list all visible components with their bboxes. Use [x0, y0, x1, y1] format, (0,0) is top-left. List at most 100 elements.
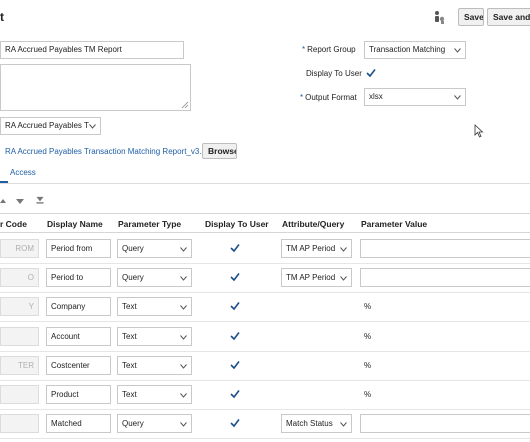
- parameter-type-value: Query: [122, 244, 144, 253]
- attribute-query-select[interactable]: Match Status: [281, 414, 352, 433]
- display-name-field[interactable]: Period to: [46, 268, 111, 287]
- template-select-value: RA Accrued Payables T: [5, 121, 89, 130]
- display-to-user-checkbox[interactable]: [230, 243, 240, 253]
- parameter-value-text: %: [364, 361, 372, 370]
- column-header-attribute-query: Attribute/Query: [282, 219, 345, 229]
- chevron-down-icon: [180, 335, 187, 340]
- parameter-code-field: ROM: [0, 239, 39, 258]
- save-and-close-button[interactable]: Save and C: [487, 8, 530, 26]
- chevron-down-icon: [89, 124, 96, 129]
- name-field[interactable]: RA Accrued Payables TM Report: [0, 41, 184, 59]
- parameter-value-field[interactable]: [360, 268, 530, 287]
- person-accessibility-icon[interactable]: [432, 10, 446, 24]
- row-divider: [0, 321, 530, 322]
- resize-grip-icon[interactable]: [181, 101, 189, 109]
- parameter-type-select[interactable]: Text: [117, 297, 192, 316]
- chevron-down-icon: [180, 276, 187, 281]
- parameter-code-field: [0, 414, 39, 433]
- parameter-code-field: [0, 327, 39, 346]
- column-header-code: r Code: [0, 219, 27, 229]
- chevron-down-icon: [180, 305, 187, 310]
- column-header-parameter-value: Parameter Value: [361, 219, 428, 229]
- parameter-type-select[interactable]: Text: [117, 327, 192, 346]
- parameter-code-field: O: [0, 268, 39, 287]
- chevron-down-icon: [180, 393, 187, 398]
- attribute-query-value: TM AP Period: [286, 273, 336, 282]
- move-up-icon[interactable]: [0, 197, 6, 205]
- display-to-user-checkbox[interactable]: [230, 360, 240, 370]
- chevron-down-icon: [340, 247, 347, 252]
- display-name-field[interactable]: Product: [46, 385, 111, 404]
- display-to-user-checkbox[interactable]: [230, 331, 240, 341]
- tab-divider: [0, 183, 530, 184]
- row-divider: [0, 380, 530, 381]
- parameter-type-value: Text: [122, 361, 137, 370]
- display-name-field[interactable]: Company: [46, 297, 111, 316]
- attribute-query-value: TM AP Period: [286, 244, 336, 253]
- parameter-type-select[interactable]: Query: [117, 268, 192, 287]
- column-header-display-to-user: Display To User: [205, 219, 269, 229]
- display-name-field[interactable]: Costcenter: [46, 356, 111, 375]
- attribute-query-select[interactable]: TM AP Period: [281, 268, 352, 287]
- report-group-label: * Report Group: [302, 45, 356, 54]
- template-file-link[interactable]: RA Accrued Payables Transaction Matching…: [5, 147, 209, 156]
- parameter-code-field: [0, 385, 39, 404]
- move-down-icon[interactable]: [15, 197, 25, 205]
- chevron-down-icon: [454, 48, 461, 53]
- attribute-query-value: Match Status: [286, 419, 333, 428]
- parameter-value-text: %: [364, 302, 372, 311]
- parameter-type-value: Text: [122, 390, 137, 399]
- parameter-value-field[interactable]: [360, 414, 530, 433]
- table-header: r Code Display Name Parameter Type Displ…: [0, 213, 530, 233]
- chevron-down-icon: [454, 95, 461, 100]
- chevron-down-icon: [180, 364, 187, 369]
- template-select[interactable]: RA Accrued Payables T: [0, 117, 101, 135]
- display-to-user-checkbox[interactable]: [230, 418, 240, 428]
- parameter-type-select[interactable]: Text: [117, 385, 192, 404]
- display-name-field[interactable]: Period from: [46, 239, 111, 258]
- description-field[interactable]: [0, 64, 191, 111]
- move-to-bottom-icon[interactable]: [35, 196, 45, 204]
- report-group-value: Transaction Matching: [369, 45, 446, 54]
- chevron-down-icon: [340, 276, 347, 281]
- parameter-type-select[interactable]: Text: [117, 356, 192, 375]
- parameter-code-field: Y: [0, 297, 39, 316]
- chevron-down-icon: [340, 422, 347, 427]
- display-name-field[interactable]: Matched: [46, 414, 111, 433]
- display-to-user-label: Display To User: [306, 69, 362, 78]
- output-format-value: xlsx: [369, 92, 383, 101]
- parameter-value-text: %: [364, 390, 372, 399]
- mouse-cursor-icon: [474, 124, 484, 138]
- row-divider: [0, 409, 530, 410]
- parameter-value-field[interactable]: [360, 239, 530, 258]
- display-to-user-checkbox[interactable]: [230, 272, 240, 282]
- display-to-user-checkbox[interactable]: [230, 301, 240, 311]
- parameter-code-field: TER: [0, 356, 39, 375]
- parameter-type-value: Text: [122, 332, 137, 341]
- display-to-user-checkbox[interactable]: [366, 68, 376, 78]
- display-name-field[interactable]: Account: [46, 327, 111, 346]
- chevron-down-icon: [180, 247, 187, 252]
- output-format-select[interactable]: xlsx: [364, 88, 466, 106]
- chevron-down-icon: [180, 422, 187, 427]
- parameter-type-value: Query: [122, 419, 144, 428]
- parameter-type-value: Text: [122, 302, 137, 311]
- column-header-display-name: Display Name: [47, 219, 103, 229]
- parameter-type-value: Query: [122, 273, 144, 282]
- tab-access[interactable]: Access: [10, 168, 36, 177]
- row-divider: [0, 351, 530, 352]
- row-divider: [0, 292, 530, 293]
- parameter-type-select[interactable]: Query: [117, 414, 192, 433]
- parameter-type-select[interactable]: Query: [117, 239, 192, 258]
- save-button[interactable]: Save: [458, 8, 484, 26]
- parameter-value-text: %: [364, 332, 372, 341]
- display-to-user-checkbox[interactable]: [230, 389, 240, 399]
- output-format-label: * Output Format: [300, 93, 357, 102]
- page-title: t: [0, 10, 4, 24]
- report-group-select[interactable]: Transaction Matching: [364, 41, 466, 59]
- browse-button[interactable]: Browse: [202, 143, 237, 159]
- row-divider: [0, 438, 530, 439]
- attribute-query-select[interactable]: TM AP Period: [281, 239, 352, 258]
- row-divider: [0, 263, 530, 264]
- column-header-parameter-type: Parameter Type: [118, 219, 182, 229]
